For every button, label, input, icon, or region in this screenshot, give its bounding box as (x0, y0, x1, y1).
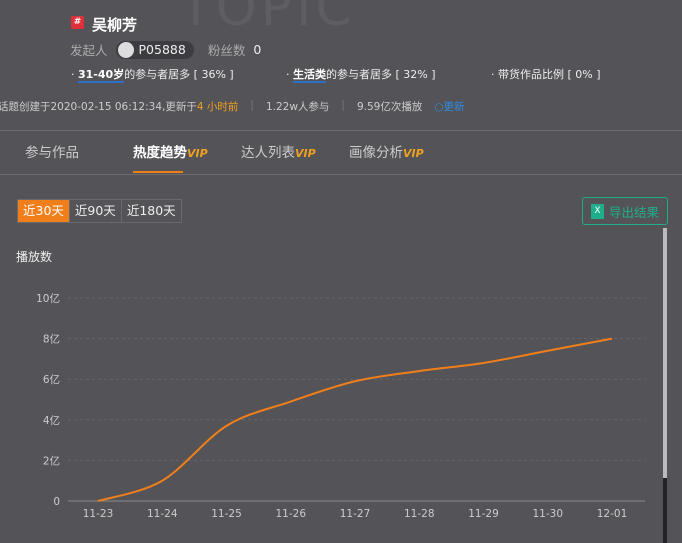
x-tick-label: 11-26 (275, 508, 306, 520)
y-tick-label: 2亿 (43, 454, 60, 467)
x-tick-label: 11-29 (468, 508, 499, 520)
scrollbar-thumb[interactable] (663, 478, 667, 543)
x-tick-label: 11-25 (211, 508, 242, 520)
trend-chart: 0 2亿 4亿 6亿 8亿 10亿 11-23 11-24 11-25 11-26 11-27 11-… (36, 292, 645, 520)
x-tick-label: 11-24 (147, 508, 178, 520)
x-tick-label: 11-30 (532, 508, 563, 520)
x-tick-label: 11-23 (83, 508, 114, 520)
y-tick-label: 6亿 (43, 373, 60, 386)
y-tick-label: 0 (53, 496, 60, 508)
y-tick-label: 10亿 (36, 292, 60, 305)
x-tick-label: 11-28 (404, 508, 435, 520)
x-tick-label: 12-01 (597, 508, 628, 520)
series-line (97, 337, 613, 502)
y-tick-label: 8亿 (43, 333, 60, 346)
y-tick-label: 4亿 (43, 414, 60, 427)
x-tick-label: 11-27 (340, 508, 371, 520)
